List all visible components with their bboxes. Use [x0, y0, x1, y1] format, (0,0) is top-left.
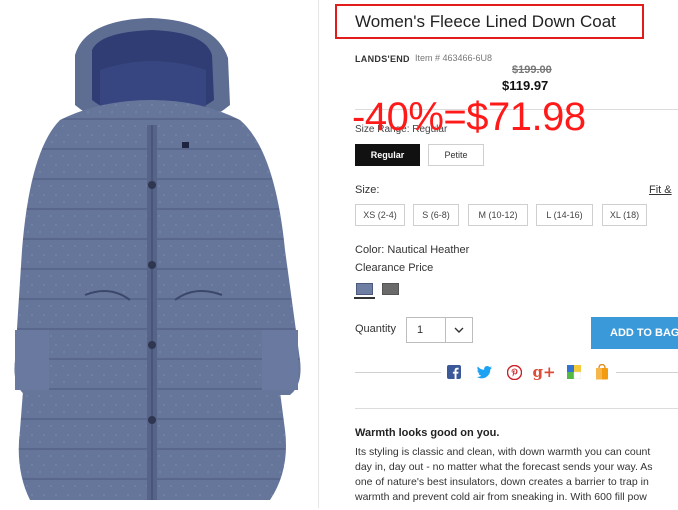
description-line: Its styling is classic and clean, with d…: [355, 446, 651, 458]
clearance-label: Clearance Price: [355, 262, 434, 274]
swatch-grey[interactable]: [382, 283, 399, 295]
google-plus-icon[interactable]: g+: [532, 363, 555, 381]
size-option-xl[interactable]: XL (18): [602, 204, 647, 226]
share-divider-left: [355, 372, 441, 373]
description-line: one of nature's best insulators, down cr…: [355, 476, 649, 488]
description-divider: [355, 408, 678, 409]
swatch-nautical-heather[interactable]: [356, 283, 373, 295]
description-heading: Warmth looks good on you.: [355, 427, 500, 439]
description-line: day in, day out - no matter what the for…: [355, 461, 653, 473]
size-option-m[interactable]: M (10-12): [468, 204, 528, 226]
quantity-select[interactable]: 1: [406, 317, 473, 343]
quantity-label: Quantity: [355, 323, 396, 335]
product-image[interactable]: [0, 0, 318, 505]
add-to-bag-button[interactable]: ADD TO BAG: [591, 317, 678, 349]
product-title-box: Women's Fleece Lined Down Coat: [335, 4, 644, 39]
swatch-selected-indicator: [354, 297, 375, 299]
size-option-xs[interactable]: XS (2-4): [355, 204, 405, 226]
facebook-icon[interactable]: [446, 364, 462, 380]
share-divider-right: [616, 372, 678, 373]
brand-logo: LANDS'END: [355, 54, 410, 64]
size-range-regular-button[interactable]: Regular: [355, 144, 420, 166]
color-label: Color: Nautical Heather: [355, 244, 470, 256]
chevron-down-icon: [445, 318, 472, 342]
fit-guide-link[interactable]: Fit &: [649, 184, 672, 196]
item-number: Item # 463466-6U8: [415, 53, 493, 63]
size-range-petite-button[interactable]: Petite: [428, 144, 484, 166]
coat-illustration: [14, 18, 301, 500]
product-title: Women's Fleece Lined Down Coat: [355, 11, 616, 31]
pinterest-icon[interactable]: [506, 364, 522, 380]
size-option-s[interactable]: S (6-8): [413, 204, 459, 226]
original-price: $199.00: [512, 64, 552, 76]
shopping-bag-icon[interactable]: [594, 364, 610, 380]
vertical-divider: [318, 0, 319, 508]
size-option-l[interactable]: L (14-16): [536, 204, 593, 226]
delicious-icon[interactable]: [566, 364, 582, 380]
discount-annotation: -40%=$71.98: [352, 95, 586, 139]
sale-price: $119.97: [502, 78, 549, 93]
size-label: Size:: [355, 184, 380, 196]
description-line: warmth and prevent cold air from sneakin…: [355, 491, 647, 503]
quantity-value: 1: [417, 324, 424, 336]
twitter-icon[interactable]: [476, 364, 492, 380]
